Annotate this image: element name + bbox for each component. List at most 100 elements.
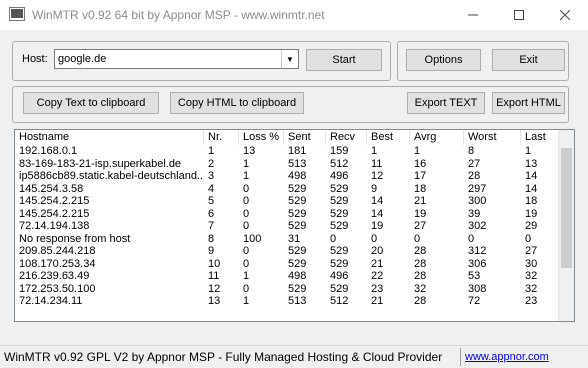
table-cell: 72.14.194.138 [19, 220, 90, 232]
host-combobox[interactable]: google.de ▼ [54, 49, 299, 69]
vertical-scrollbar[interactable] [558, 130, 574, 321]
column-header[interactable]: Nr. [204, 130, 239, 145]
column-header[interactable]: Sent [284, 130, 326, 145]
table-row[interactable]: 209.85.244.218 9 0 529 529 20 28 312 27 [15, 245, 560, 258]
table-cell: 529 [330, 245, 349, 257]
table-cell: 23 [371, 282, 384, 295]
table-cell: 28 [414, 270, 427, 282]
options-button[interactable]: Options [406, 49, 481, 71]
appnor-link[interactable]: www.appnor.com [465, 351, 549, 363]
table-cell: 14 [525, 170, 538, 182]
table-cell: 22 [371, 270, 384, 282]
column-header[interactable]: Last [521, 130, 560, 145]
table-cell: 1 [208, 145, 215, 157]
table-row[interactable]: 192.168.0.1 1 13 181 159 1 1 8 1 [15, 145, 560, 158]
table-cell: 30 [525, 257, 538, 270]
table-row[interactable]: 145.254.2.215 6 0 529 529 14 19 39 19 [15, 208, 560, 221]
table-cell: 13 [525, 157, 538, 170]
table-cell: 32 [414, 282, 427, 295]
scroll-thumb[interactable] [561, 148, 572, 268]
table-cell: 145.254.2.215 [19, 195, 90, 207]
column-header[interactable]: Worst [464, 130, 521, 145]
column-header[interactable]: Recv [326, 130, 367, 145]
table-cell: 312 [468, 245, 487, 257]
table-row[interactable]: 108.170.253.34 10 0 529 529 21 28 306 30 [15, 258, 560, 271]
column-header[interactable]: Hostname [15, 130, 204, 145]
table-cell: 302 [468, 220, 487, 232]
table-cell: 498 [288, 270, 307, 282]
trace-table[interactable]: Hostname Nr. Loss % Sent Recv Best Avrg Worst La… [14, 129, 575, 322]
window-title: WinMTR v0.92 64 bit by Appnor MSP - www.… [32, 8, 325, 22]
table-row[interactable]: 172.253.50.100 12 0 529 529 23 32 308 32 [15, 283, 560, 296]
close-button[interactable] [542, 0, 588, 30]
table-cell: 498 [288, 170, 307, 182]
table-row[interactable]: No response from host 8 100 31 0 0 0 0 0 [15, 233, 560, 246]
status-text: WinMTR v0.92 GPL V2 by Appnor MSP - Full… [4, 350, 443, 364]
table-cell: 10 [208, 257, 221, 270]
maximize-button[interactable] [496, 0, 542, 30]
table-cell: 39 [468, 207, 481, 220]
table-cell: 14 [371, 195, 384, 207]
table-cell: 1 [414, 145, 421, 157]
table-cell: 19 [525, 207, 538, 220]
table-cell: 8 [468, 145, 475, 157]
export-text-button[interactable]: Export TEXT [407, 92, 485, 114]
table-cell: 108.170.253.34 [19, 257, 96, 270]
table-cell: 18 [414, 182, 427, 195]
title-bar: WinMTR v0.92 64 bit by Appnor MSP - www.… [0, 0, 588, 30]
table-cell: 28 [414, 295, 427, 307]
table-cell: 0 [330, 232, 337, 245]
table-cell: 529 [288, 195, 307, 207]
column-header[interactable]: Best [367, 130, 410, 145]
table-cell: 1 [371, 145, 378, 157]
table-cell: 529 [330, 195, 349, 207]
table-cell: 529 [330, 207, 349, 220]
table-cell: 27 [468, 157, 481, 170]
table-row[interactable]: 72.14.234.11 13 1 513 512 21 28 72 23 [15, 295, 560, 308]
table-cell: 13 [208, 295, 221, 307]
table-row[interactable]: 72.14.194.138 7 0 529 529 19 27 302 29 [15, 220, 560, 233]
table-cell: 100 [243, 232, 262, 245]
table-row[interactable]: 83-169-183-21-isp.superkabel.de 2 1 513 512 1… [15, 158, 560, 171]
table-cell: 0 [243, 207, 250, 220]
copy-text-button[interactable]: Copy Text to clipboard [23, 92, 159, 114]
table-cell: 29 [525, 220, 538, 232]
table-cell: 19 [414, 207, 427, 220]
copy-html-button[interactable]: Copy HTML to clipboard [170, 92, 304, 114]
table-cell: 11 [371, 157, 383, 170]
table-cell: 209.85.244.218 [19, 245, 96, 257]
maximize-icon [514, 10, 524, 20]
table-cell: 512 [330, 295, 349, 307]
start-button[interactable]: Start [306, 49, 382, 71]
table-row[interactable]: 216.239.63.49 11 1 498 496 22 28 53 32 [15, 270, 560, 283]
table-cell: 216.239.63.49 [19, 270, 90, 282]
table-cell: 529 [330, 282, 349, 295]
table-cell: 529 [288, 182, 307, 195]
table-cell: 21 [371, 295, 384, 307]
chevron-down-icon[interactable]: ▼ [281, 50, 298, 68]
table-cell: 0 [468, 232, 475, 245]
table-row[interactable]: 145.254.2.215 5 0 529 529 14 21 300 18 [15, 195, 560, 208]
table-cell: 529 [330, 257, 349, 270]
table-cell: 0 [243, 245, 250, 257]
table-cell: 17 [414, 170, 427, 182]
exit-button[interactable]: Exit [492, 49, 565, 71]
table-cell: 0 [243, 282, 250, 295]
table-cell: 18 [525, 195, 538, 207]
table-row[interactable]: ip5886cb89.static.kabel-deutschland... 3 1… [15, 170, 560, 183]
column-header[interactable]: Loss % [239, 130, 284, 145]
table-cell: 0 [243, 257, 250, 270]
table-cell: 14 [525, 182, 538, 195]
table-cell: 27 [525, 245, 538, 257]
table-cell: 0 [371, 232, 378, 245]
table-cell: 14 [371, 207, 384, 220]
table-cell: 31 [288, 232, 301, 245]
table-cell: 181 [288, 145, 307, 157]
host-input[interactable]: google.de [58, 53, 106, 65]
table-cell: 1 [243, 157, 250, 170]
export-html-button[interactable]: Export HTML [492, 92, 565, 114]
column-header[interactable]: Avrg [410, 130, 464, 145]
minimize-button[interactable] [450, 0, 496, 30]
table-row[interactable]: 145.254.3.58 4 0 529 529 9 18 297 14 [15, 183, 560, 196]
table-cell: 4 [208, 182, 215, 195]
